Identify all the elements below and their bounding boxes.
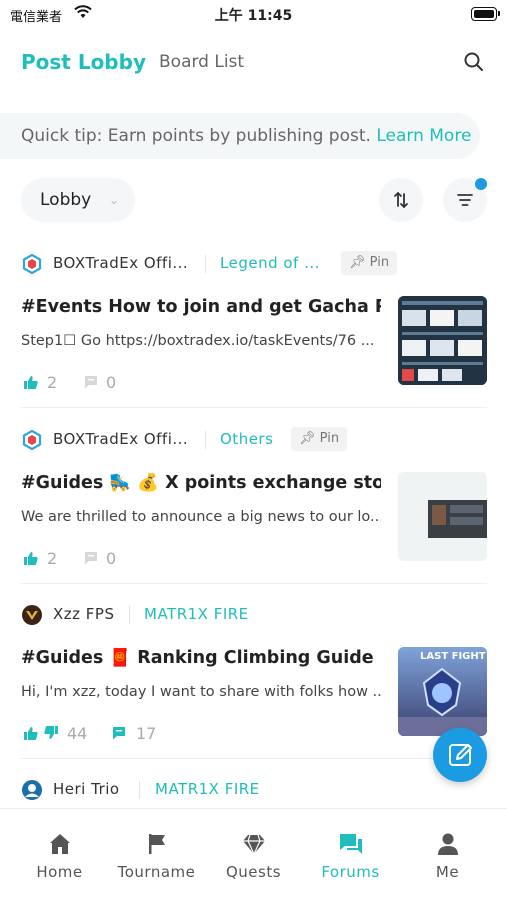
chevron-down-icon: ⌄ xyxy=(108,193,119,207)
post-author[interactable]: BOXTradEx Offi... xyxy=(53,430,188,448)
post-meta: BOXTradEx Offi... Others 📌︎ Pin xyxy=(21,427,491,451)
pin-icon: 📌︎ xyxy=(299,431,316,446)
nav-tournament[interactable]: Tourname xyxy=(106,809,207,901)
tab-post-lobby[interactable]: Post Lobby xyxy=(21,50,146,74)
post-author[interactable]: Heri Trio xyxy=(53,780,120,798)
pin-badge: 📌︎ Pin xyxy=(291,427,348,451)
filter-notification-dot xyxy=(475,178,487,190)
thumbs-down-icon[interactable] xyxy=(43,725,59,741)
nav-me[interactable]: Me xyxy=(397,809,498,901)
nav-me-label: Me xyxy=(435,863,460,881)
like-count: 2 xyxy=(47,373,58,392)
nav-tournament-label: Tourname xyxy=(117,863,196,881)
pin-icon: 📌︎ xyxy=(349,255,366,270)
meta-divider xyxy=(205,255,206,273)
create-post-button[interactable] xyxy=(433,728,487,782)
person-icon xyxy=(438,833,458,855)
flag-icon xyxy=(149,834,165,854)
sort-button[interactable] xyxy=(379,178,423,222)
search-icon[interactable] xyxy=(462,50,486,74)
post-board[interactable]: MATR1X FIRE xyxy=(155,780,260,798)
user-avatar xyxy=(22,605,42,625)
post-title[interactable]: #Guides 🧧 Ranking Climbing Guide xyxy=(21,648,381,668)
like-count: 44 xyxy=(67,724,88,743)
thumbs-up-icon[interactable] xyxy=(23,550,39,566)
post-board[interactable]: MATR1X FIRE xyxy=(144,605,249,623)
comment-count: 17 xyxy=(136,724,157,743)
meta-divider xyxy=(129,606,130,624)
user-avatar xyxy=(22,780,42,800)
post-thumbnail[interactable] xyxy=(398,296,487,385)
post-divider xyxy=(21,758,487,759)
forum-icon xyxy=(340,834,362,854)
nav-forums[interactable]: Forums xyxy=(300,809,401,901)
thumbnail-image xyxy=(398,296,487,385)
status-bar: 電信業者 上午 11:45 xyxy=(0,0,507,28)
comment-icon[interactable] xyxy=(83,374,99,390)
pin-label: Pin xyxy=(319,431,340,446)
meta-divider xyxy=(139,781,140,799)
post-board[interactable]: Legend of ... xyxy=(220,254,320,272)
post-meta: Xzz FPS MATR1X FIRE xyxy=(21,604,491,626)
nav-home[interactable]: Home xyxy=(9,809,110,901)
like-count: 2 xyxy=(47,549,58,568)
meta-divider xyxy=(205,431,206,449)
battery-icon xyxy=(471,7,500,21)
comment-icon[interactable] xyxy=(111,725,127,741)
post-excerpt: We are thrilled to announce a big news t… xyxy=(21,509,381,525)
thumbs-up-icon[interactable] xyxy=(23,725,39,741)
post-author[interactable]: BOXTradEx Offi... xyxy=(53,254,188,272)
post-excerpt: Step1☐ Go https://boxtradex.io/taskEvent… xyxy=(21,333,375,349)
post-thumbnail[interactable] xyxy=(398,472,487,561)
edit-icon xyxy=(449,744,472,766)
boxtradex-avatar xyxy=(22,253,42,275)
learn-more-link[interactable]: Learn More xyxy=(376,126,471,146)
thumbnail-image xyxy=(398,472,487,561)
pin-label: Pin xyxy=(369,255,390,270)
pin-badge: 📌︎ Pin xyxy=(341,251,398,275)
nav-home-label: Home xyxy=(36,863,83,881)
diamond-icon xyxy=(243,834,265,856)
nav-forums-label: Forums xyxy=(321,863,380,881)
nav-quests-label: Quests xyxy=(225,863,282,881)
sort-icon xyxy=(394,191,408,209)
tip-text: Quick tip: Earn points by publishing pos… xyxy=(21,126,377,146)
home-icon xyxy=(50,834,70,854)
post-divider xyxy=(21,407,487,408)
status-time: 上午 11:45 xyxy=(214,8,293,24)
post-thumbnail[interactable]: LAST FIGHT xyxy=(398,647,487,736)
tab-board-list[interactable]: Board List xyxy=(159,52,244,72)
post-author[interactable]: Xzz FPS xyxy=(53,605,115,623)
nav-quests[interactable]: Quests xyxy=(203,809,304,901)
post-meta: BOXTradEx Offi... Legend of ... 📌︎ Pin xyxy=(21,251,491,275)
lobby-dropdown[interactable]: Lobby ⌄ xyxy=(21,178,135,222)
post-excerpt: Hi, I'm xzz, today I want to share with … xyxy=(21,684,381,700)
post-meta: Heri Trio MATR1X FIRE xyxy=(21,779,491,801)
post-board[interactable]: Others xyxy=(220,430,273,448)
boxtradex-avatar xyxy=(22,429,42,451)
post-title[interactable]: #Guides 🛼 💰 X points exchange store ... xyxy=(21,473,381,493)
post-divider xyxy=(21,583,487,584)
quick-tip-banner: Quick tip: Earn points by publishing pos… xyxy=(0,113,480,159)
bottom-nav: Home Tourname Quests Forums Me xyxy=(0,808,507,901)
lobby-dropdown-value: Lobby xyxy=(40,190,92,210)
comment-count: 0 xyxy=(106,373,117,392)
post-title[interactable]: #Events How to join and get Gacha Poi... xyxy=(21,297,381,317)
comment-icon[interactable] xyxy=(83,550,99,566)
comment-count: 0 xyxy=(106,549,117,568)
thumbnail-text: LAST FIGHT xyxy=(420,651,486,662)
thumbs-up-icon[interactable] xyxy=(23,374,39,390)
